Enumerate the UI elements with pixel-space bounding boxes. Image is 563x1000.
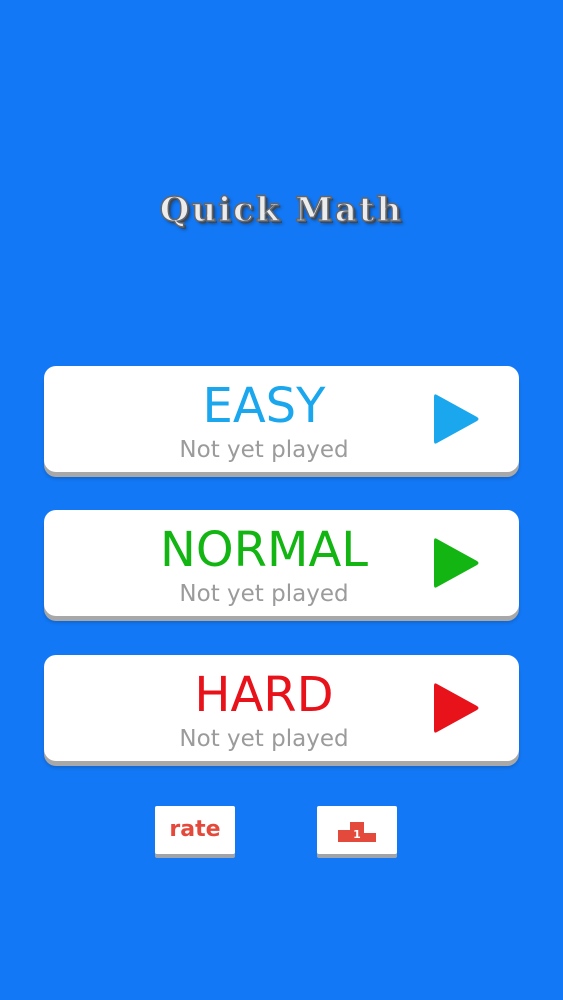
rate-label: rate: [169, 817, 221, 842]
normal-level-status: Not yet played: [179, 581, 349, 607]
podium-icon: 1: [338, 820, 376, 842]
leaderboard-button[interactable]: 1: [317, 806, 397, 854]
hard-play-icon: [431, 680, 481, 736]
leaderboard-rank-number: 1: [353, 828, 361, 841]
game-title: Quick Math: [159, 189, 404, 231]
easy-level-button[interactable]: EASY Not yet played: [44, 366, 519, 472]
normal-play-icon: [431, 535, 481, 591]
normal-level-button[interactable]: NORMAL Not yet played: [44, 510, 519, 616]
easy-level-status: Not yet played: [179, 437, 349, 463]
hard-level-name: HARD: [194, 667, 334, 723]
easy-level-name: EASY: [202, 378, 326, 434]
easy-play-icon: [431, 391, 481, 447]
game-menu-screen: Quick Math EASY Not yet played NORMAL No…: [0, 0, 563, 1000]
hard-level-status: Not yet played: [179, 726, 349, 752]
rate-button[interactable]: rate: [155, 806, 235, 854]
normal-level-name: NORMAL: [159, 522, 369, 578]
hard-level-button[interactable]: HARD Not yet played: [44, 655, 519, 761]
